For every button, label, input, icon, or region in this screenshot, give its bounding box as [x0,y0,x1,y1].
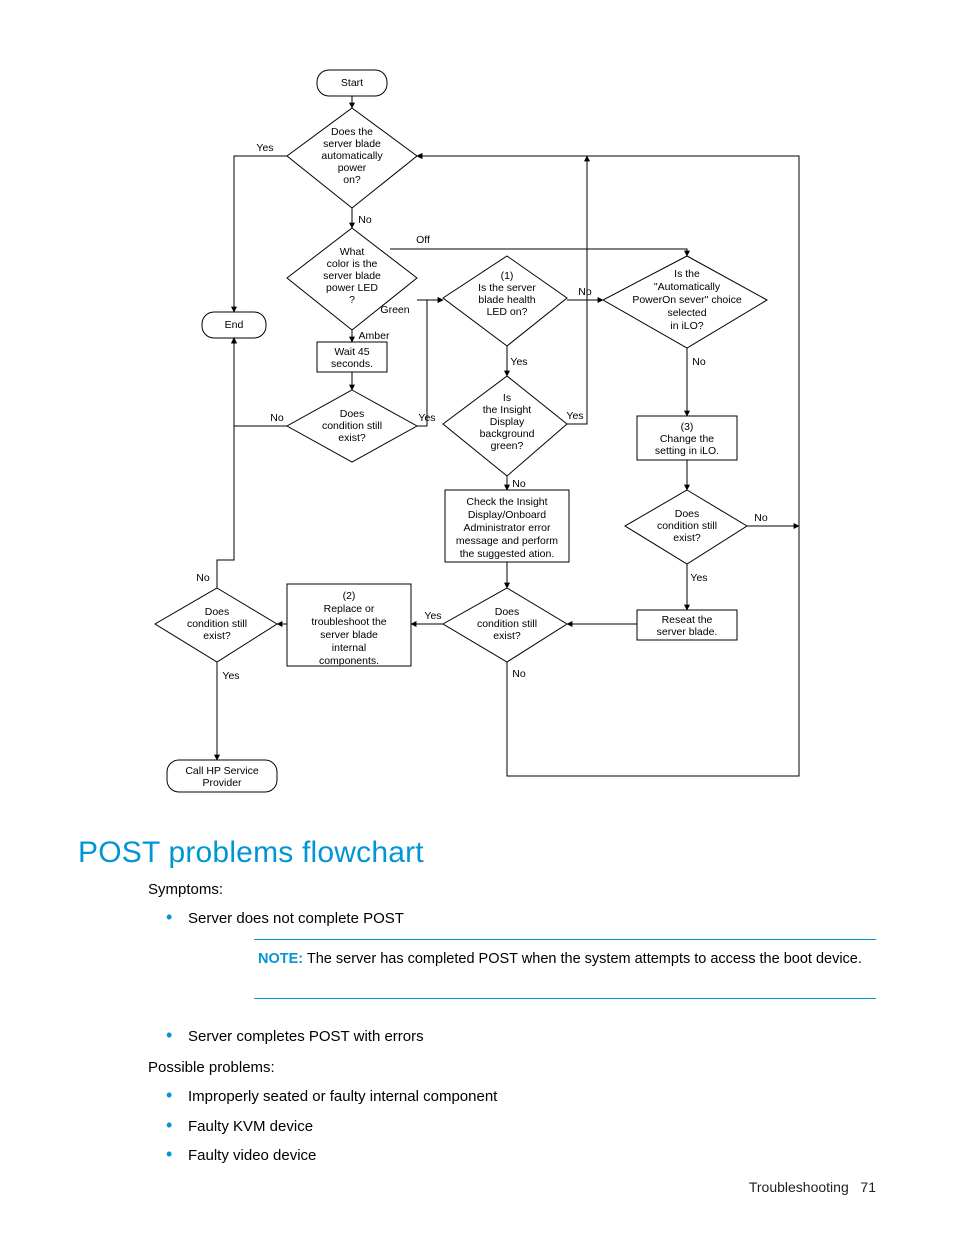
svg-text:No: No [512,478,526,490]
flowchart-diagram: .box { fill:#fff; stroke:#000; stroke-wi… [127,60,827,818]
svg-text:power LED: power LED [326,282,378,294]
svg-text:Yes: Yes [222,670,239,682]
svg-text:automatically: automatically [321,150,383,162]
svg-text:condition still: condition still [322,420,382,432]
svg-text:power: power [338,162,367,174]
node-start: Start [341,77,363,89]
svg-text:Change the: Change the [660,433,714,445]
svg-text:(3): (3) [681,421,694,433]
svg-text:condition still: condition still [477,618,537,630]
note-text: The server has completed POST when the s… [303,951,862,967]
svg-text:Replace or: Replace or [324,603,375,615]
svg-text:exist?: exist? [493,630,521,642]
footer-page-number: 71 [860,1179,876,1195]
svg-text:Does: Does [675,508,700,520]
svg-text:(1): (1) [501,270,514,282]
svg-text:Green: Green [380,304,409,316]
svg-text:No: No [196,572,210,584]
svg-text:No: No [512,668,526,680]
list-item: Faulty video device [148,1144,876,1167]
list-item: Faulty KVM device [148,1115,876,1138]
svg-text:components.: components. [319,655,379,667]
svg-text:Yes: Yes [418,412,435,424]
svg-text:Yes: Yes [256,142,273,154]
svg-text:server blade: server blade [323,138,381,150]
svg-text:Display/Onboard: Display/Onboard [468,509,546,521]
svg-text:Wait 45: Wait 45 [334,346,369,358]
svg-text:Check the Insight: Check the Insight [466,496,547,508]
svg-text:(2): (2) [343,590,356,602]
section-heading: POST problems flowchart [78,836,876,870]
svg-text:Does: Does [205,606,230,618]
svg-text:Yes: Yes [566,410,583,422]
possible-problems-list: Improperly seated or faulty internal com… [148,1085,876,1167]
svg-text:Reseat the: Reseat the [662,614,713,626]
svg-text:server blade: server blade [320,629,378,641]
list-item: Improperly seated or faulty internal com… [148,1085,876,1108]
svg-text:condition still: condition still [657,520,717,532]
svg-text:exist?: exist? [338,432,366,444]
svg-text:Is the: Is the [674,268,700,280]
svg-text:exist?: exist? [203,630,231,642]
svg-text:message and perform: message and perform [456,535,558,547]
svg-text:the suggested ation.: the suggested ation. [460,548,555,560]
svg-text:condition still: condition still [187,618,247,630]
svg-text:Provider: Provider [202,777,242,789]
list-item: Server completes POST with errors [148,1025,876,1048]
svg-text:LED on?: LED on? [487,306,528,318]
node-end: End [225,319,244,331]
svg-text:Administrator error: Administrator error [464,522,551,534]
footer-section: Troubleshooting [749,1179,849,1195]
svg-text:Does: Does [495,606,520,618]
svg-text:server blade.: server blade. [657,626,718,638]
svg-text:Yes: Yes [424,610,441,622]
svg-text:server blade: server blade [323,270,381,282]
svg-text:PowerOn sever" choice: PowerOn sever" choice [632,294,742,306]
svg-text:Is the server: Is the server [478,282,536,294]
svg-text:setting in iLO.: setting in iLO. [655,445,719,457]
svg-text:on?: on? [343,174,361,186]
possible-problems-label: Possible problems: [148,1056,876,1079]
svg-text:color is the: color is the [327,258,378,270]
section-body: Symptoms: Server does not complete POST … [148,878,876,1167]
svg-text:Yes: Yes [510,356,527,368]
svg-text:the Insight: the Insight [483,404,532,416]
svg-text:No: No [754,512,768,524]
svg-text:Does the: Does the [331,126,373,138]
svg-text:No: No [270,412,284,424]
svg-text:No: No [578,286,592,298]
svg-text:Does: Does [340,408,365,420]
svg-text:Is: Is [503,392,511,404]
symptom-text: Server does not complete POST [188,910,404,927]
svg-text:Off: Off [416,234,430,246]
symptoms-list: Server does not complete POST NOTE: The … [148,907,876,1048]
svg-text:green?: green? [491,440,524,452]
svg-text:Amber: Amber [359,330,390,342]
svg-text:internal: internal [332,642,366,654]
svg-text:No: No [692,356,706,368]
svg-text:"Automatically: "Automatically [654,281,721,293]
page-footer: Troubleshooting 71 [749,1179,876,1195]
svg-text:selected: selected [667,307,706,319]
note-block: NOTE: The server has completed POST when… [254,939,876,999]
svg-text:troubleshoot the: troubleshoot the [311,616,386,628]
svg-text:Yes: Yes [690,572,707,584]
svg-text:What: What [340,246,365,258]
svg-text:Call HP Service: Call HP Service [185,765,258,777]
svg-text:No: No [358,214,372,226]
document-page: .box { fill:#fff; stroke:#000; stroke-wi… [0,0,954,1235]
list-item: Server does not complete POST NOTE: The … [148,907,876,999]
svg-text:?: ? [349,294,355,306]
svg-text:seconds.: seconds. [331,358,373,370]
svg-text:exist?: exist? [673,532,701,544]
svg-text:blade health: blade health [478,294,535,306]
svg-text:background: background [480,428,535,440]
svg-text:Display: Display [490,416,525,428]
symptoms-label: Symptoms: [148,878,876,901]
svg-text:in iLO?: in iLO? [670,320,703,332]
note-label: NOTE: [258,951,303,967]
